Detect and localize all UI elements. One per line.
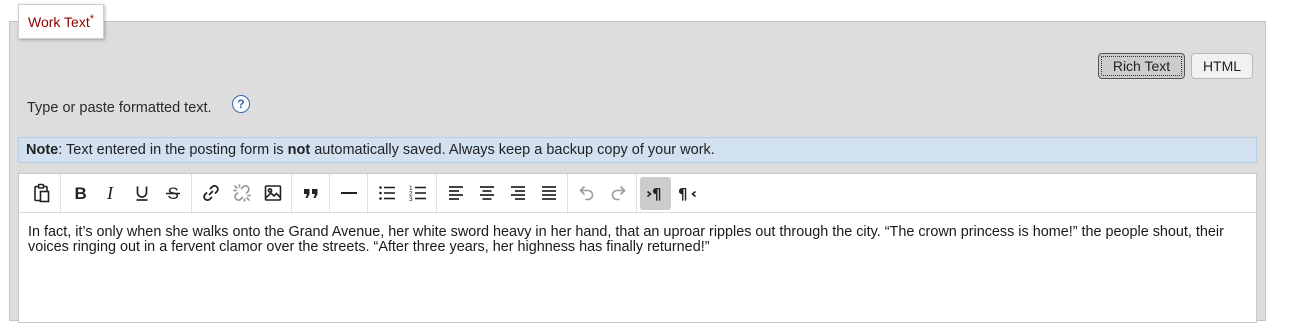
toolbar-group-lists: 1 2 3 — [368, 174, 437, 212]
rtl-direction-icon[interactable]: ¶ — [671, 177, 702, 210]
help-icon[interactable]: ? — [232, 95, 250, 113]
svg-text:¶: ¶ — [652, 185, 662, 203]
rich-text-button[interactable]: Rich Text — [1098, 53, 1185, 79]
note-text-before: : Text entered in the posting form is — [58, 142, 288, 158]
strikethrough-icon[interactable]: S — [157, 177, 188, 210]
toolbar-group-history — [568, 174, 637, 212]
align-justify-icon[interactable] — [533, 177, 564, 210]
align-right-icon[interactable] — [502, 177, 533, 210]
unlink-icon[interactable] — [226, 177, 257, 210]
horizontal-rule-icon[interactable] — [333, 177, 364, 210]
align-left-icon[interactable] — [440, 177, 471, 210]
link-icon[interactable] — [195, 177, 226, 210]
svg-text:3: 3 — [409, 196, 413, 203]
image-icon[interactable] — [257, 177, 288, 210]
numbered-list-icon[interactable]: 1 2 3 — [402, 177, 433, 210]
field-legend: Work Text * — [18, 4, 105, 39]
paste-icon[interactable] — [26, 177, 57, 210]
toolbar-group-direction: ¶ ¶ — [637, 174, 705, 212]
toolbar-group-align — [437, 174, 568, 212]
bold-icon[interactable]: B — [64, 177, 95, 210]
toolbar-group-insert — [192, 174, 292, 212]
required-marker: * — [89, 12, 95, 25]
note-banner: Note: Text entered in the posting form i… — [18, 137, 1257, 163]
note-emphasis: not — [287, 142, 311, 158]
editor-content[interactable]: In fact, it’s only when she walks onto t… — [19, 213, 1256, 255]
note-label: Note — [26, 142, 59, 158]
undo-icon[interactable] — [571, 177, 602, 210]
toolbar-group-quote — [292, 174, 330, 212]
underline-icon[interactable] — [126, 177, 157, 210]
italic-icon[interactable]: I — [95, 177, 126, 210]
align-center-icon[interactable] — [471, 177, 502, 210]
field-hint: Type or paste formatted text. — [27, 100, 212, 116]
toolbar-group-clipboard — [23, 174, 61, 212]
svg-text:I: I — [106, 184, 114, 202]
html-button[interactable]: HTML — [1191, 53, 1253, 79]
rich-text-editor: B I S 1 2 3 ¶ ¶ In fact, it’s only when … — [18, 173, 1257, 323]
field-legend-label: Work Text — [28, 13, 90, 30]
redo-icon[interactable] — [602, 177, 633, 210]
toolbar-group-rule — [330, 174, 368, 212]
note-text-after: automatically saved. Always keep a backu… — [310, 142, 715, 158]
editor-toolbar: B I S 1 2 3 ¶ ¶ — [19, 174, 1256, 213]
svg-text:B: B — [74, 184, 86, 202]
bullet-list-icon[interactable] — [371, 177, 402, 210]
ltr-direction-icon[interactable]: ¶ — [640, 176, 671, 210]
svg-text:¶: ¶ — [678, 185, 688, 203]
blockquote-icon[interactable] — [295, 177, 326, 210]
toolbar-group-format: B I S — [61, 174, 192, 212]
